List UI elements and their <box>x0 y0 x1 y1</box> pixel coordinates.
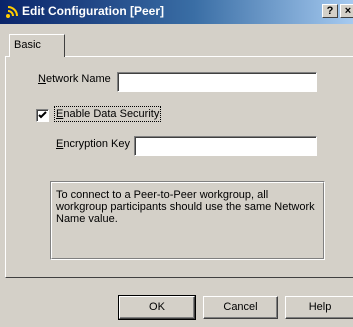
checkmark-icon <box>38 111 47 119</box>
info-text: To connect to a Peer-to-Peer workgroup, … <box>56 189 315 225</box>
network-name-input[interactable] <box>117 72 317 92</box>
info-box: To connect to a Peer-to-Peer workgroup, … <box>50 181 325 260</box>
encryption-key-input[interactable] <box>134 136 317 156</box>
close-button[interactable]: × <box>340 4 353 18</box>
window-title: Edit Configuration [Peer] <box>22 4 164 18</box>
network-name-label-text: etwork Name <box>45 73 111 85</box>
enable-data-security-label[interactable]: Enable Data Security <box>53 106 162 122</box>
encryption-key-label: Encryption Key <box>56 138 130 150</box>
tab-basic[interactable]: Basic <box>9 34 65 57</box>
tab-basic-label: Basic <box>14 39 41 51</box>
network-name-label: Network Name <box>38 73 111 85</box>
encryption-key-label-text: ncryption Key <box>63 138 130 150</box>
enable-data-security-label-text: nable Data Security <box>63 108 160 120</box>
ok-button[interactable]: OK <box>118 295 196 320</box>
help-title-button[interactable]: ? <box>322 4 338 18</box>
signal-icon <box>6 6 18 18</box>
help-button[interactable]: Help <box>285 296 353 319</box>
title-bar[interactable]: Edit Configuration [Peer] ? × <box>0 0 353 24</box>
cancel-button[interactable]: Cancel <box>203 296 278 319</box>
enable-data-security-checkbox[interactable] <box>36 109 49 122</box>
